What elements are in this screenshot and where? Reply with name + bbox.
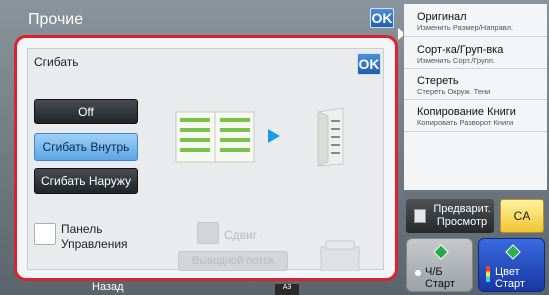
sidebar-item-original[interactable]: Оригинал Изменить Размер/Направл. xyxy=(404,4,547,37)
fold-inner-button[interactable]: Сгибать Внутрь xyxy=(34,133,138,161)
finisher-illustration xyxy=(320,240,360,271)
panel-ok-button[interactable]: OK xyxy=(357,53,381,75)
sidebar-collapse-handle[interactable] xyxy=(398,28,404,40)
output-tray-select[interactable]: Выводной поток xyxy=(178,251,288,271)
fold-panel: Сгибать OK Off Сгибать Внутрь Сгибать На… xyxy=(14,35,398,281)
footer-bar: Назад A3 xyxy=(0,281,549,295)
fold-off-button[interactable]: Off xyxy=(34,99,138,124)
bw-radio-icon xyxy=(415,270,421,276)
fold-illustration xyxy=(175,107,344,167)
sidebar-item-title: Копирование Книги xyxy=(417,106,516,118)
sidebar-item-title: Оригинал xyxy=(417,11,467,23)
open-sheet-icon xyxy=(175,111,255,163)
sidebar-item-subtitle: Стереть Окруж. Тени xyxy=(417,87,491,96)
sidebar-item-title: Стереть xyxy=(417,75,459,87)
output-tray-label: Выводной поток xyxy=(191,255,275,267)
sidebar-item-subtitle: Изменить Размер/Направл. xyxy=(417,23,514,32)
sidebar-empty-area xyxy=(404,132,547,190)
preview-icon xyxy=(414,209,426,223)
preview-label: Предварит. Просмотр xyxy=(433,203,491,228)
sidebar-item-title: Сорт-ка/Груп-вка xyxy=(417,44,504,56)
sidebar-item-erase[interactable]: Стереть Стереть Окруж. Тени xyxy=(404,69,547,100)
control-panel-label: Панель Управления xyxy=(61,222,128,251)
fold-settings-area: Сгибать OK Off Сгибать Внутрь Сгибать На… xyxy=(27,48,384,271)
preview-button[interactable]: Предварит. Просмотр xyxy=(406,199,494,233)
sidebar-item-book-copy[interactable]: Копирование Книги Копировать Разворот Кн… xyxy=(404,100,547,132)
paper-size-indicator: A3 xyxy=(275,284,299,295)
shift-checkbox[interactable] xyxy=(197,222,219,244)
page-title: Прочие xyxy=(28,11,84,28)
sidebar: Оригинал Изменить Размер/Направл. Сорт-к… xyxy=(404,4,547,190)
control-panel-checkbox[interactable] xyxy=(34,223,56,245)
header-bar: Прочие xyxy=(6,6,396,34)
sidebar-item-sort-group[interactable]: Сорт-ка/Груп-вка Изменить Сорт./Групп. xyxy=(404,37,547,69)
sidebar-item-subtitle: Изменить Сорт./Групп. xyxy=(417,56,495,65)
folded-sheet-icon xyxy=(317,107,344,167)
fold-outer-button[interactable]: Сгибать Наружу xyxy=(34,168,138,194)
clear-all-button[interactable]: CA xyxy=(500,199,544,233)
app-window: Прочие OK Сгибать OK Off Сгибать Внутрь … xyxy=(0,0,549,295)
color-dots-icon xyxy=(486,266,490,282)
start-diamond-icon xyxy=(505,244,521,260)
header-ok-button[interactable]: OK xyxy=(370,8,394,28)
arrow-right-icon xyxy=(268,129,280,143)
start-diamond-icon xyxy=(433,244,449,260)
fold-title: Сгибать xyxy=(34,55,79,69)
back-button[interactable]: Назад xyxy=(92,281,124,293)
shift-label: Сдвиг xyxy=(224,228,258,242)
sidebar-item-subtitle: Копировать Разворот Книги xyxy=(417,118,514,127)
